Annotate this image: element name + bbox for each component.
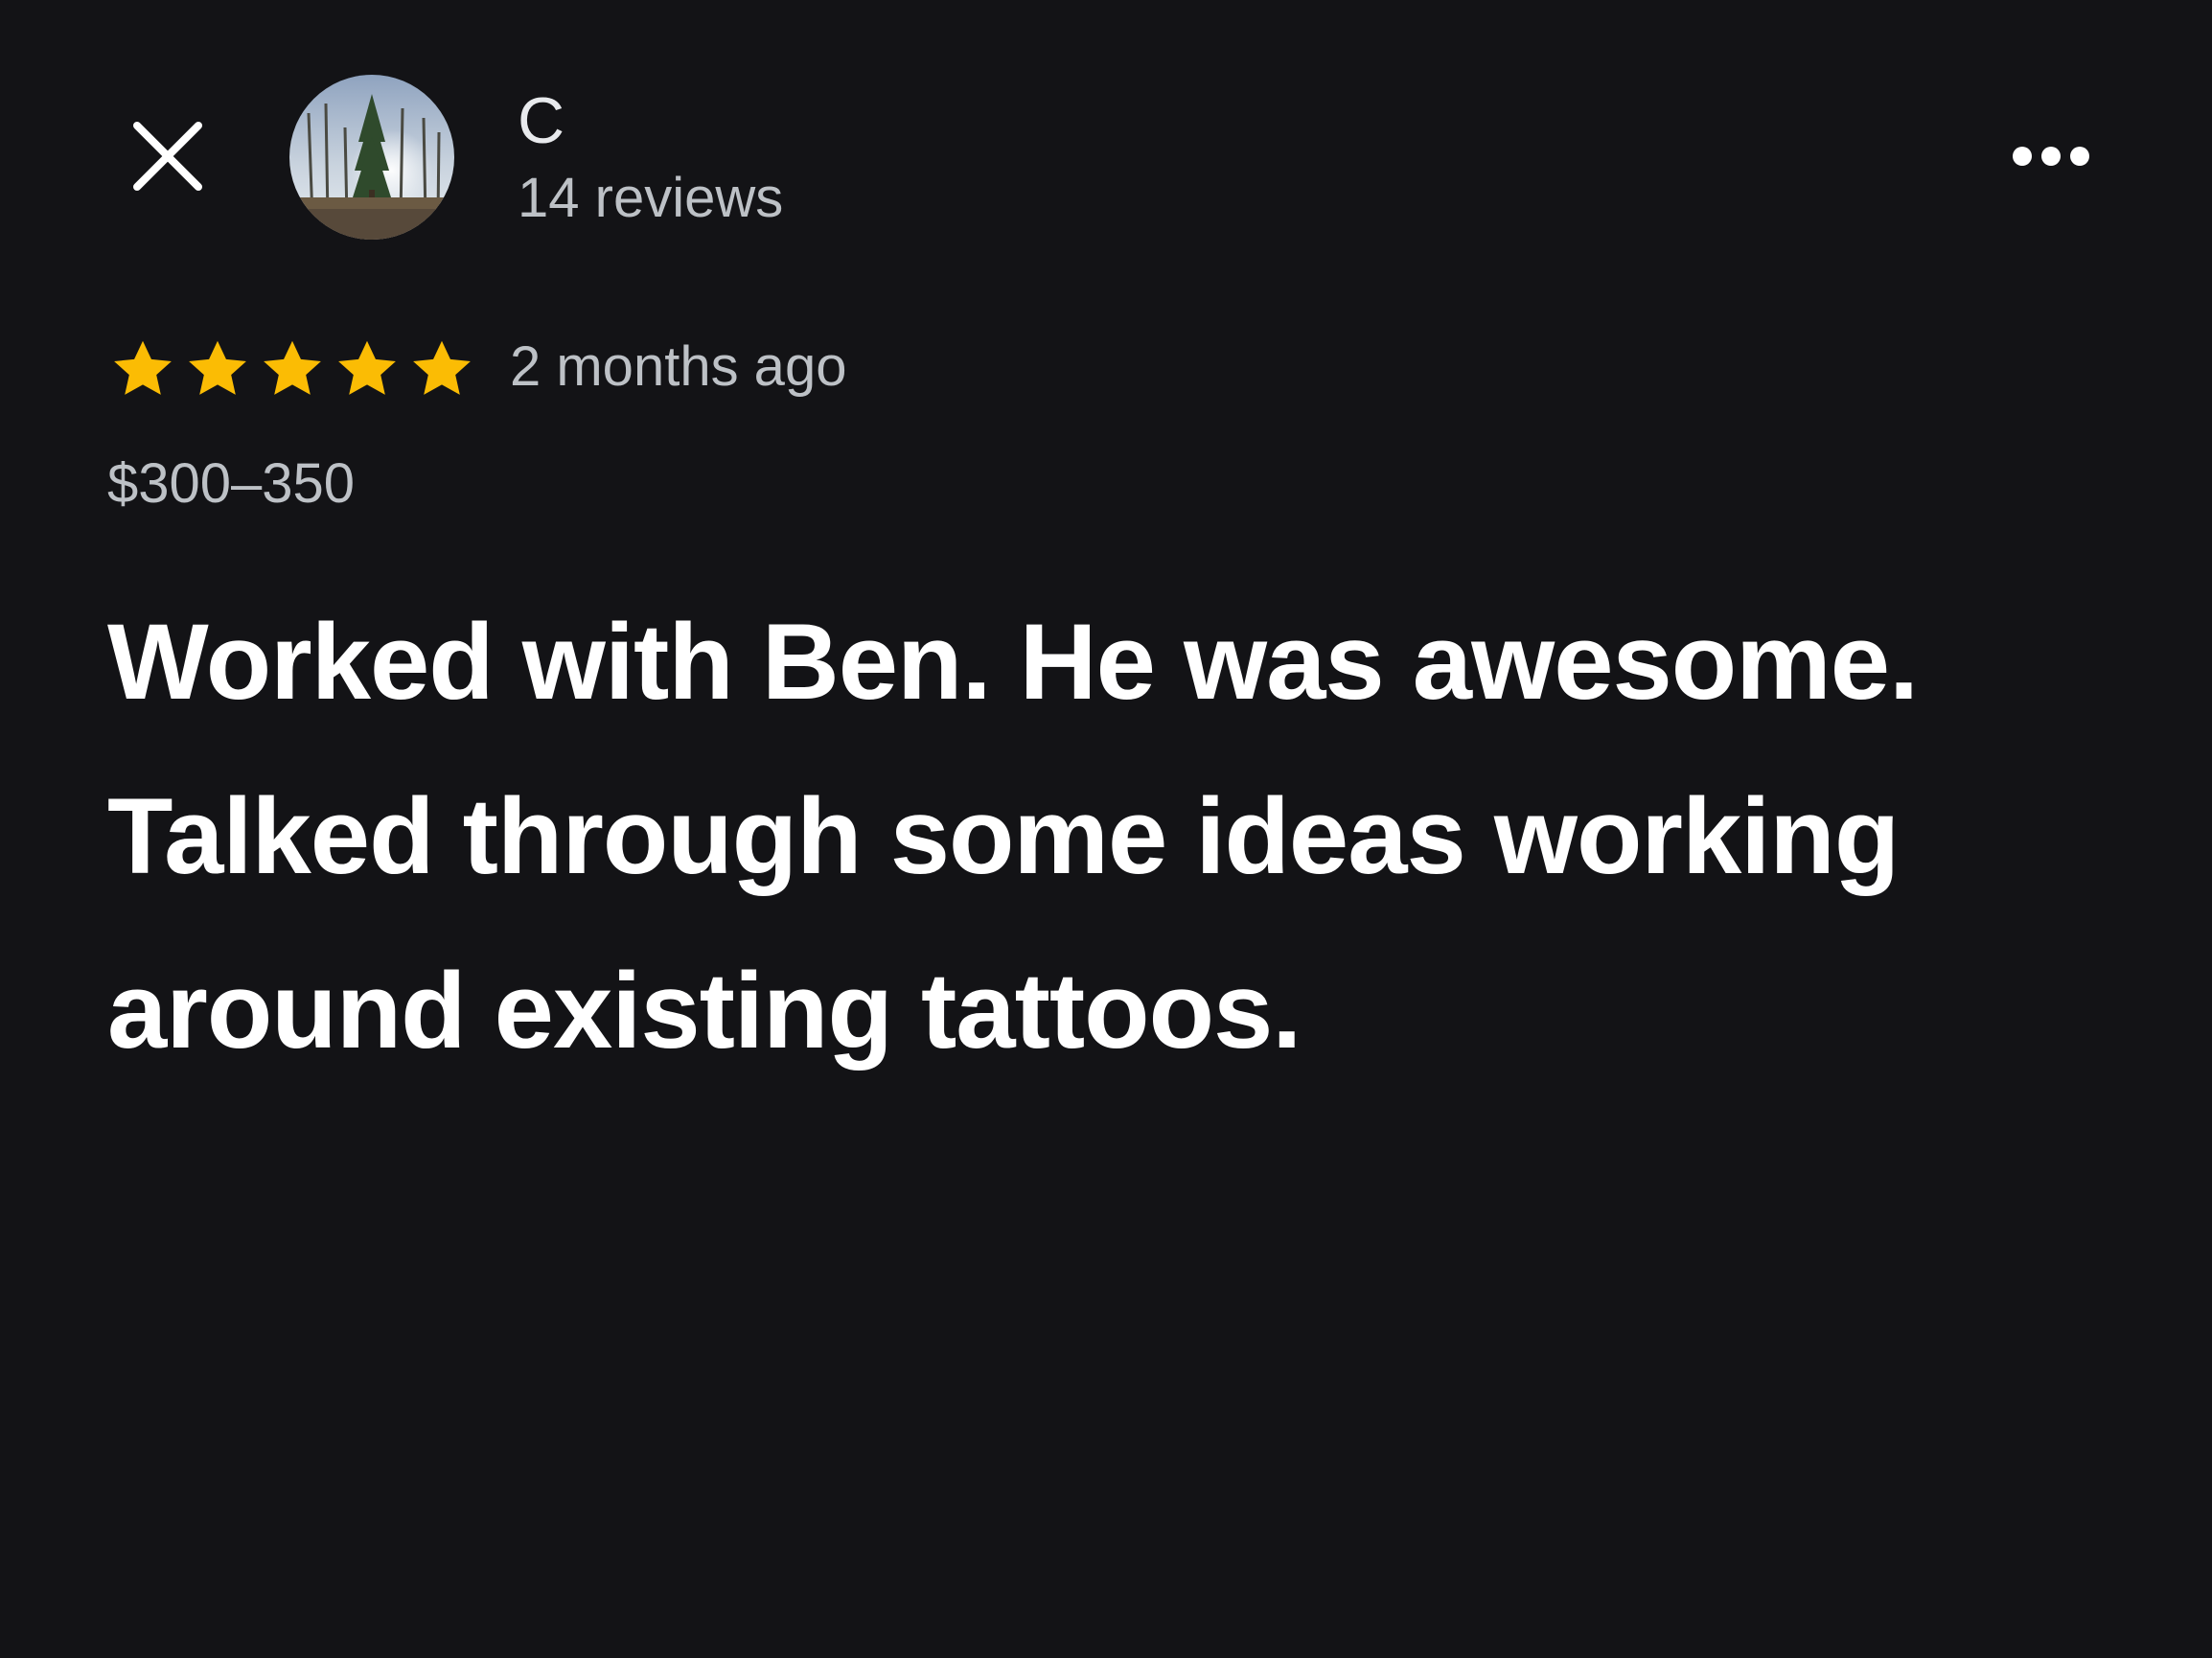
avatar[interactable]	[289, 75, 454, 240]
more-options-button[interactable]	[1993, 115, 2108, 201]
star-icon	[264, 340, 321, 395]
author-review-count[interactable]: 14 reviews	[518, 165, 783, 232]
close-button[interactable]	[115, 105, 220, 211]
review-time: 2 months ago	[510, 335, 847, 398]
star-icon	[413, 340, 471, 395]
star-rating	[107, 334, 477, 404]
more-horizontal-icon	[2008, 142, 2094, 175]
review-text: Worked with Ben. He was awesome. Talked …	[107, 602, 1919, 1071]
star-icon	[338, 340, 396, 395]
author-name[interactable]: C	[518, 82, 565, 159]
star-icon	[189, 340, 246, 395]
price-range: $300–350	[107, 452, 356, 515]
star-icon	[114, 340, 172, 395]
close-icon	[129, 118, 206, 199]
